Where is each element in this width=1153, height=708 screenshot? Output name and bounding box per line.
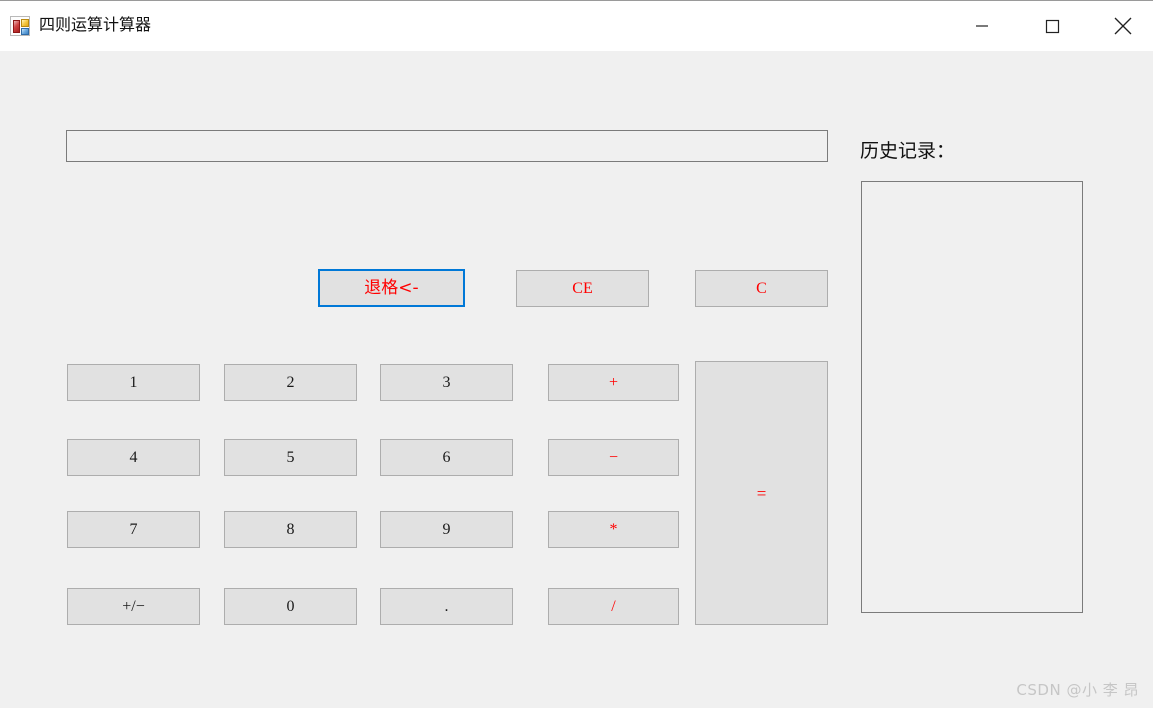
operator-divide-button[interactable]: / — [548, 588, 679, 625]
digit-9-button[interactable]: 9 — [380, 511, 513, 548]
icon-yellow-square — [21, 19, 29, 27]
clear-button[interactable]: C — [695, 270, 828, 307]
digit-7-button[interactable]: 7 — [67, 511, 200, 548]
calculator-window: 四则运算计算器 退格<- CE C 1 2 3 + 4 5 6 − 7 8 9 … — [0, 0, 1153, 708]
window-title: 四则运算计算器 — [39, 17, 152, 34]
digit-2-button[interactable]: 2 — [224, 364, 357, 401]
title-bar-left: 四则运算计算器 — [10, 1, 151, 51]
decimal-point-button[interactable]: . — [380, 588, 513, 625]
operator-multiply-button[interactable]: * — [548, 511, 679, 548]
sign-toggle-button[interactable]: +/− — [67, 588, 200, 625]
history-label: 历史记录： — [860, 140, 956, 162]
icon-red-rect — [13, 20, 20, 33]
csdn-watermark: CSDN @小 李 昂 — [1016, 681, 1139, 699]
digit-4-button[interactable]: 4 — [67, 439, 200, 476]
display-input[interactable] — [66, 130, 828, 162]
digit-3-button[interactable]: 3 — [380, 364, 513, 401]
maximize-icon — [1045, 19, 1059, 34]
operator-plus-button[interactable]: + — [548, 364, 679, 401]
operator-minus-button[interactable]: − — [548, 439, 679, 476]
minimize-button[interactable] — [958, 1, 1005, 51]
clear-entry-button[interactable]: CE — [516, 270, 649, 307]
equals-button[interactable]: = — [695, 361, 828, 625]
title-bar: 四则运算计算器 — [0, 0, 1153, 51]
maximize-button[interactable] — [1028, 1, 1075, 51]
close-icon — [1114, 17, 1131, 35]
backspace-button[interactable]: 退格<- — [318, 269, 465, 307]
digit-8-button[interactable]: 8 — [224, 511, 357, 548]
close-button[interactable] — [1099, 1, 1146, 51]
digit-5-button[interactable]: 5 — [224, 439, 357, 476]
icon-blue-square — [21, 28, 29, 35]
history-list[interactable] — [861, 181, 1083, 613]
digit-6-button[interactable]: 6 — [380, 439, 513, 476]
digit-1-button[interactable]: 1 — [67, 364, 200, 401]
digit-0-button[interactable]: 0 — [224, 588, 357, 625]
minimize-icon — [975, 25, 988, 27]
winforms-app-icon — [10, 16, 30, 36]
